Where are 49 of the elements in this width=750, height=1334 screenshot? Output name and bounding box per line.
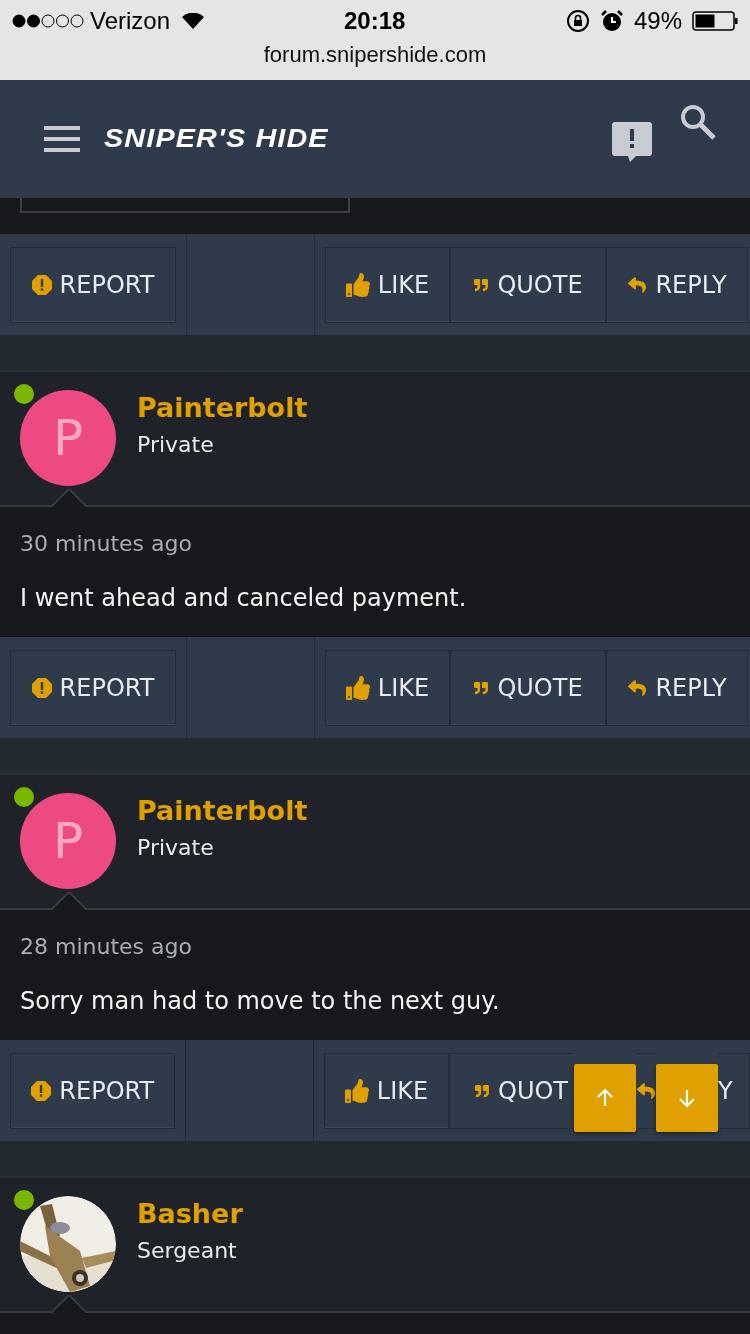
site-logo[interactable]: SNIPER'S HIDE xyxy=(104,120,329,158)
search-icon[interactable] xyxy=(680,104,716,140)
quote-button[interactable]: QUOTE xyxy=(450,246,606,323)
url-address[interactable]: forum.snipershide.com xyxy=(0,42,750,68)
user-rank: Private xyxy=(137,431,215,459)
quote-icon xyxy=(474,1083,490,1098)
reply-icon xyxy=(636,1081,656,1100)
quote-icon xyxy=(473,680,490,695)
report-button[interactable]: REPORT xyxy=(10,1052,176,1129)
post-text: I went ahead and canceled payment. xyxy=(20,583,468,614)
alarm-clock-icon xyxy=(599,9,624,33)
carrier-name: Verizon xyxy=(90,6,171,36)
like-button[interactable]: LIKE xyxy=(324,1052,449,1129)
reply-button[interactable]: REPLY xyxy=(606,246,748,323)
battery-percent: 49% xyxy=(633,6,682,36)
thumbs-up-icon xyxy=(344,1078,369,1103)
reply-button[interactable]: Y xyxy=(718,1052,750,1129)
report-button[interactable]: REPORT xyxy=(10,246,176,323)
clock-time: 20:18 xyxy=(344,6,406,36)
battery-icon xyxy=(692,11,738,31)
quote-button[interactable]: QUOT xyxy=(449,1052,574,1129)
post-time[interactable]: 28 minutes ago xyxy=(20,930,750,964)
signal-strength-icon xyxy=(12,14,84,28)
alert-message-icon[interactable] xyxy=(612,122,652,162)
thumbs-up-icon xyxy=(345,272,370,297)
menu-icon[interactable] xyxy=(44,126,80,152)
post-text: Sorry man had to move to the next guy. xyxy=(20,986,501,1017)
rotation-lock-icon xyxy=(565,9,590,33)
user-rank: Sergeant xyxy=(137,1237,238,1265)
reply-button[interactable]: REPLY xyxy=(606,649,748,726)
user-rank: Private xyxy=(137,834,215,862)
author-name[interactable]: Painterbolt xyxy=(137,390,308,426)
like-button[interactable]: LIKE xyxy=(325,246,450,323)
thumbs-up-icon xyxy=(345,675,370,700)
arrow-up-icon xyxy=(595,1087,615,1108)
report-button[interactable]: REPORT xyxy=(10,649,176,726)
post-time[interactable]: 30 minutes ago xyxy=(20,527,750,561)
warning-icon xyxy=(31,1080,52,1101)
warning-icon xyxy=(31,677,52,698)
reply-icon xyxy=(627,678,648,697)
author-name[interactable]: Basher xyxy=(137,1196,243,1232)
reply-icon xyxy=(627,275,648,294)
warning-icon xyxy=(31,274,52,295)
quote-button[interactable]: QUOTE xyxy=(450,649,606,726)
arrow-down-icon xyxy=(677,1087,697,1108)
wifi-icon xyxy=(182,13,205,29)
author-name[interactable]: Painterbolt xyxy=(137,793,308,829)
quote-icon xyxy=(473,277,490,292)
like-button[interactable]: LIKE xyxy=(325,649,450,726)
